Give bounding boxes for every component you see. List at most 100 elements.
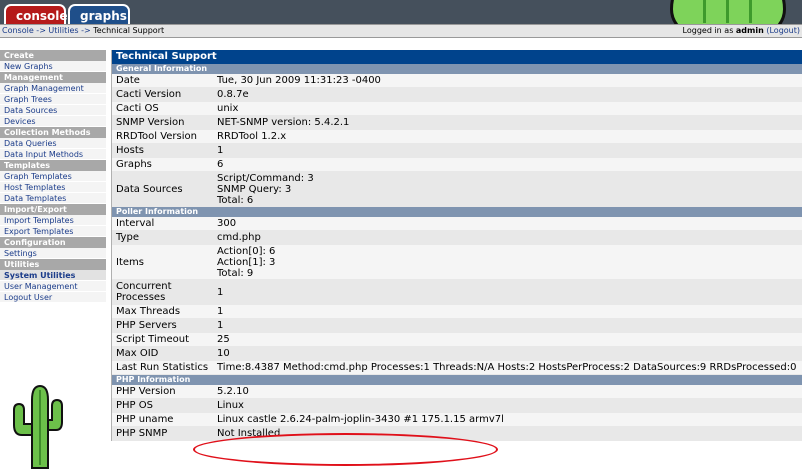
info-value: unix — [214, 102, 802, 115]
breadcrumb: Console -> Utilities -> Technical Suppor… — [2, 25, 164, 37]
info-label: Script Timeout — [116, 334, 190, 345]
info-label: PHP OS — [116, 400, 153, 411]
sidebar-item-settings[interactable]: Settings — [0, 248, 106, 259]
info-label: Type — [116, 232, 139, 243]
technical-support-panel: Technical Support General Information Dat… — [111, 50, 802, 441]
info-value-line: Total: 9 — [217, 267, 254, 279]
sidebar-item-host-templates[interactable]: Host Templates — [0, 182, 106, 193]
login-user: admin — [735, 26, 764, 35]
info-value-line: RRDTool 1.2.x — [217, 131, 287, 142]
info-value-line: Time:8.4387 Method:cmd.php Processes:1 T… — [217, 362, 797, 373]
sidebar-item-data-input-methods[interactable]: Data Input Methods — [0, 149, 106, 160]
section-header: PHP Information — [112, 375, 802, 385]
info-value: 1 — [214, 144, 802, 157]
info-label: RRDTool Version — [116, 131, 197, 142]
sidebar-header: Utilities — [0, 259, 106, 270]
tab-console[interactable]: console — [4, 4, 68, 24]
info-value: 0.8.7e — [214, 88, 802, 101]
info-value-line: SNMP Query: 3 — [217, 183, 292, 195]
info-label: Date — [116, 75, 140, 86]
info-row: Max OID 10 — [112, 347, 802, 361]
breadcrumb-bar: Console -> Utilities -> Technical Suppor… — [0, 24, 802, 38]
info-value: NET-SNMP version: 5.4.2.1 — [214, 116, 802, 129]
info-row: Last Run Statistics Time:8.4387 Method:cm… — [112, 361, 802, 375]
info-value: cmd.php — [214, 231, 802, 244]
sidebar-item-devices[interactable]: Devices — [0, 116, 106, 127]
sidebar-item-graph-management[interactable]: Graph Management — [0, 83, 106, 94]
info-row: Date Tue, 30 Jun 2009 11:31:23 -0400 — [112, 74, 802, 88]
info-value: 5.2.10 — [214, 385, 802, 398]
info-label: SNMP Version — [116, 117, 185, 128]
info-value: Script/Command: 3 SNMP Query: 3 Total: 6 — [214, 172, 802, 206]
info-row: Concurrent Processes 1 — [112, 280, 802, 305]
info-value: 1 — [214, 305, 802, 318]
info-value: Action[0]: 6 Action[1]: 3 Total: 9 — [214, 245, 802, 279]
info-label: Cacti OS — [116, 103, 159, 114]
annotation-ellipse — [193, 433, 498, 466]
info-value-line: 300 — [217, 218, 237, 229]
info-value-line: NET-SNMP version: 5.4.2.1 — [217, 117, 350, 128]
info-row: Interval 300 — [112, 217, 802, 231]
info-row: Graphs 6 — [112, 158, 802, 172]
info-label: Data Sources — [116, 183, 183, 195]
info-value-line: 5.2.10 — [217, 386, 249, 397]
info-value: 25 — [214, 333, 802, 346]
sidebar-header: Collection Methods — [0, 127, 106, 138]
sidebar-item-data-sources[interactable]: Data Sources — [0, 105, 106, 116]
sidebar-item-new-graphs[interactable]: New Graphs — [0, 61, 106, 72]
sidebar-item-graph-trees[interactable]: Graph Trees — [0, 94, 106, 105]
info-value: 1 — [214, 280, 802, 304]
info-label: Last Run Statistics — [116, 362, 209, 373]
info-value: 300 — [214, 217, 802, 230]
info-value-line: 1 — [217, 306, 224, 317]
info-row: RRDTool Version RRDTool 1.2.x — [112, 130, 802, 144]
info-row: Hosts 1 — [112, 144, 802, 158]
info-label: PHP Servers — [116, 320, 177, 331]
sidebar-item-system-utilities[interactable]: System Utilities — [0, 270, 106, 281]
login-prefix: Logged in as — [682, 26, 736, 35]
info-value: 6 — [214, 158, 802, 171]
sidebar-item-user-management[interactable]: User Management — [0, 281, 106, 292]
breadcrumb-current: Technical Support — [93, 26, 165, 35]
info-value-line: 25 — [217, 334, 230, 345]
sidebar-header: Create — [0, 50, 106, 61]
info-row: Cacti Version 0.8.7e — [112, 88, 802, 102]
info-value: Tue, 30 Jun 2009 11:31:23 -0400 — [214, 74, 802, 87]
info-label: Cacti Version — [116, 89, 182, 100]
info-row: PHP uname Linux castle 2.6.24-palm-joplin… — [112, 413, 802, 427]
page-title: Technical Support — [112, 50, 802, 64]
info-value: Linux — [214, 399, 802, 412]
info-row: Items Action[0]: 6 Action[1]: 3 Total: 9 — [112, 245, 802, 280]
info-label: Hosts — [116, 145, 144, 156]
info-label: Concurrent Processes — [116, 281, 172, 303]
logout-link[interactable]: (Logout) — [766, 26, 800, 35]
info-value-line: Linux castle 2.6.24-palm-joplin-3430 #1 … — [217, 414, 504, 425]
info-value-line: 6 — [217, 159, 224, 170]
info-value-line: 1 — [217, 286, 224, 298]
info-value-line: Action[0]: 6 — [217, 245, 276, 257]
info-value-line: Linux — [217, 400, 244, 411]
sidebar-item-import-templates[interactable]: Import Templates — [0, 215, 106, 226]
info-value: RRDTool 1.2.x — [214, 130, 802, 143]
info-label: Items — [116, 256, 144, 268]
info-value: 10 — [214, 347, 802, 360]
sidebar-item-data-templates[interactable]: Data Templates — [0, 193, 106, 204]
info-label: Max OID — [116, 348, 159, 359]
sidebar-item-export-templates[interactable]: Export Templates — [0, 226, 106, 237]
tab-graphs[interactable]: graphs — [68, 4, 130, 24]
sidebar-item-data-queries[interactable]: Data Queries — [0, 138, 106, 149]
info-value-line: unix — [217, 103, 239, 114]
breadcrumb-path[interactable]: Console -> Utilities -> — [2, 26, 93, 35]
info-row: PHP OS Linux — [112, 399, 802, 413]
info-value: Time:8.4387 Method:cmd.php Processes:1 T… — [214, 361, 802, 374]
sidebar-header: Management — [0, 72, 106, 83]
sidebar-header: Import/Export — [0, 204, 106, 215]
info-value-line: 1 — [217, 145, 224, 156]
info-value-line: 10 — [217, 348, 230, 359]
sidebar-item-graph-templates[interactable]: Graph Templates — [0, 171, 106, 182]
section-header: Poller Information — [112, 207, 802, 217]
info-row: PHP Servers 1 — [112, 319, 802, 333]
info-row: PHP Version 5.2.10 — [112, 385, 802, 399]
sidebar-item-logout-user[interactable]: Logout User — [0, 292, 106, 303]
info-row: Cacti OS unix — [112, 102, 802, 116]
